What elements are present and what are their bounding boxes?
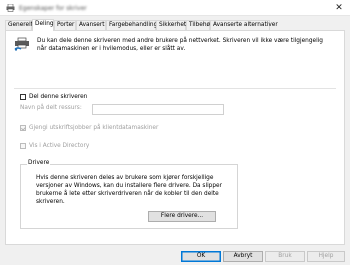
cancel-button[interactable]: Avbryt bbox=[223, 251, 263, 262]
share-printer-checkbox[interactable] bbox=[20, 94, 26, 100]
tab-general[interactable]: Generelt bbox=[5, 20, 33, 30]
tab-accessories[interactable]: Tilbehør bbox=[186, 20, 212, 30]
active-directory-label: Vis i Active Directory bbox=[29, 143, 90, 149]
drivers-description: Hvis denne skriveren deles av brukere so… bbox=[36, 175, 222, 205]
window-title: Egenskaper for skriver bbox=[19, 5, 87, 12]
tab-sharing[interactable]: Deling bbox=[32, 19, 54, 31]
additional-drivers-button[interactable]: Flere drivere... bbox=[148, 211, 216, 222]
apply-button[interactable]: Bruk bbox=[265, 251, 305, 262]
share-printer-checkbox-row[interactable]: Del denne skriveren bbox=[20, 94, 87, 100]
render-jobs-checkbox[interactable] bbox=[20, 125, 26, 131]
help-button[interactable]: Hjelp bbox=[307, 251, 345, 262]
render-jobs-checkbox-row[interactable]: Gjengi utskriftsjobber på klientdatamask… bbox=[20, 125, 158, 131]
divider bbox=[14, 88, 336, 89]
close-button[interactable]: ✕ bbox=[330, 1, 348, 15]
render-jobs-label: Gjengi utskriftsjobber på klientdatamask… bbox=[29, 125, 159, 131]
title-bar: Egenskaper for skriver ✕ bbox=[0, 0, 350, 16]
active-directory-checkbox[interactable] bbox=[20, 143, 26, 149]
tab-color-management[interactable]: Fargebehandling bbox=[106, 20, 157, 30]
ok-button[interactable]: OK bbox=[181, 251, 221, 262]
share-name-input[interactable] bbox=[92, 104, 224, 115]
share-name-label: Navn på delt ressurs: bbox=[20, 105, 82, 111]
tab-ports[interactable]: Porter bbox=[54, 20, 76, 30]
drivers-group: Drivere Hvis denne skriveren deles av br… bbox=[20, 160, 238, 229]
drivers-group-title: Drivere bbox=[27, 160, 51, 166]
tab-security[interactable]: Sikkerhet bbox=[156, 20, 186, 30]
active-directory-checkbox-row[interactable]: Vis i Active Directory bbox=[20, 143, 89, 149]
tab-advanced[interactable]: Avansert bbox=[76, 20, 106, 30]
share-printer-label: Del denne skriveren bbox=[29, 94, 88, 100]
sharing-panel: Du kan dele denne skriveren med andre br… bbox=[5, 30, 345, 245]
printer-icon bbox=[6, 3, 15, 12]
sharing-intro-text: Du kan dele denne skriveren med andre br… bbox=[37, 38, 323, 52]
tab-advanced-options[interactable]: Avanserte alternativer bbox=[210, 20, 278, 30]
shared-printer-icon bbox=[14, 37, 30, 51]
